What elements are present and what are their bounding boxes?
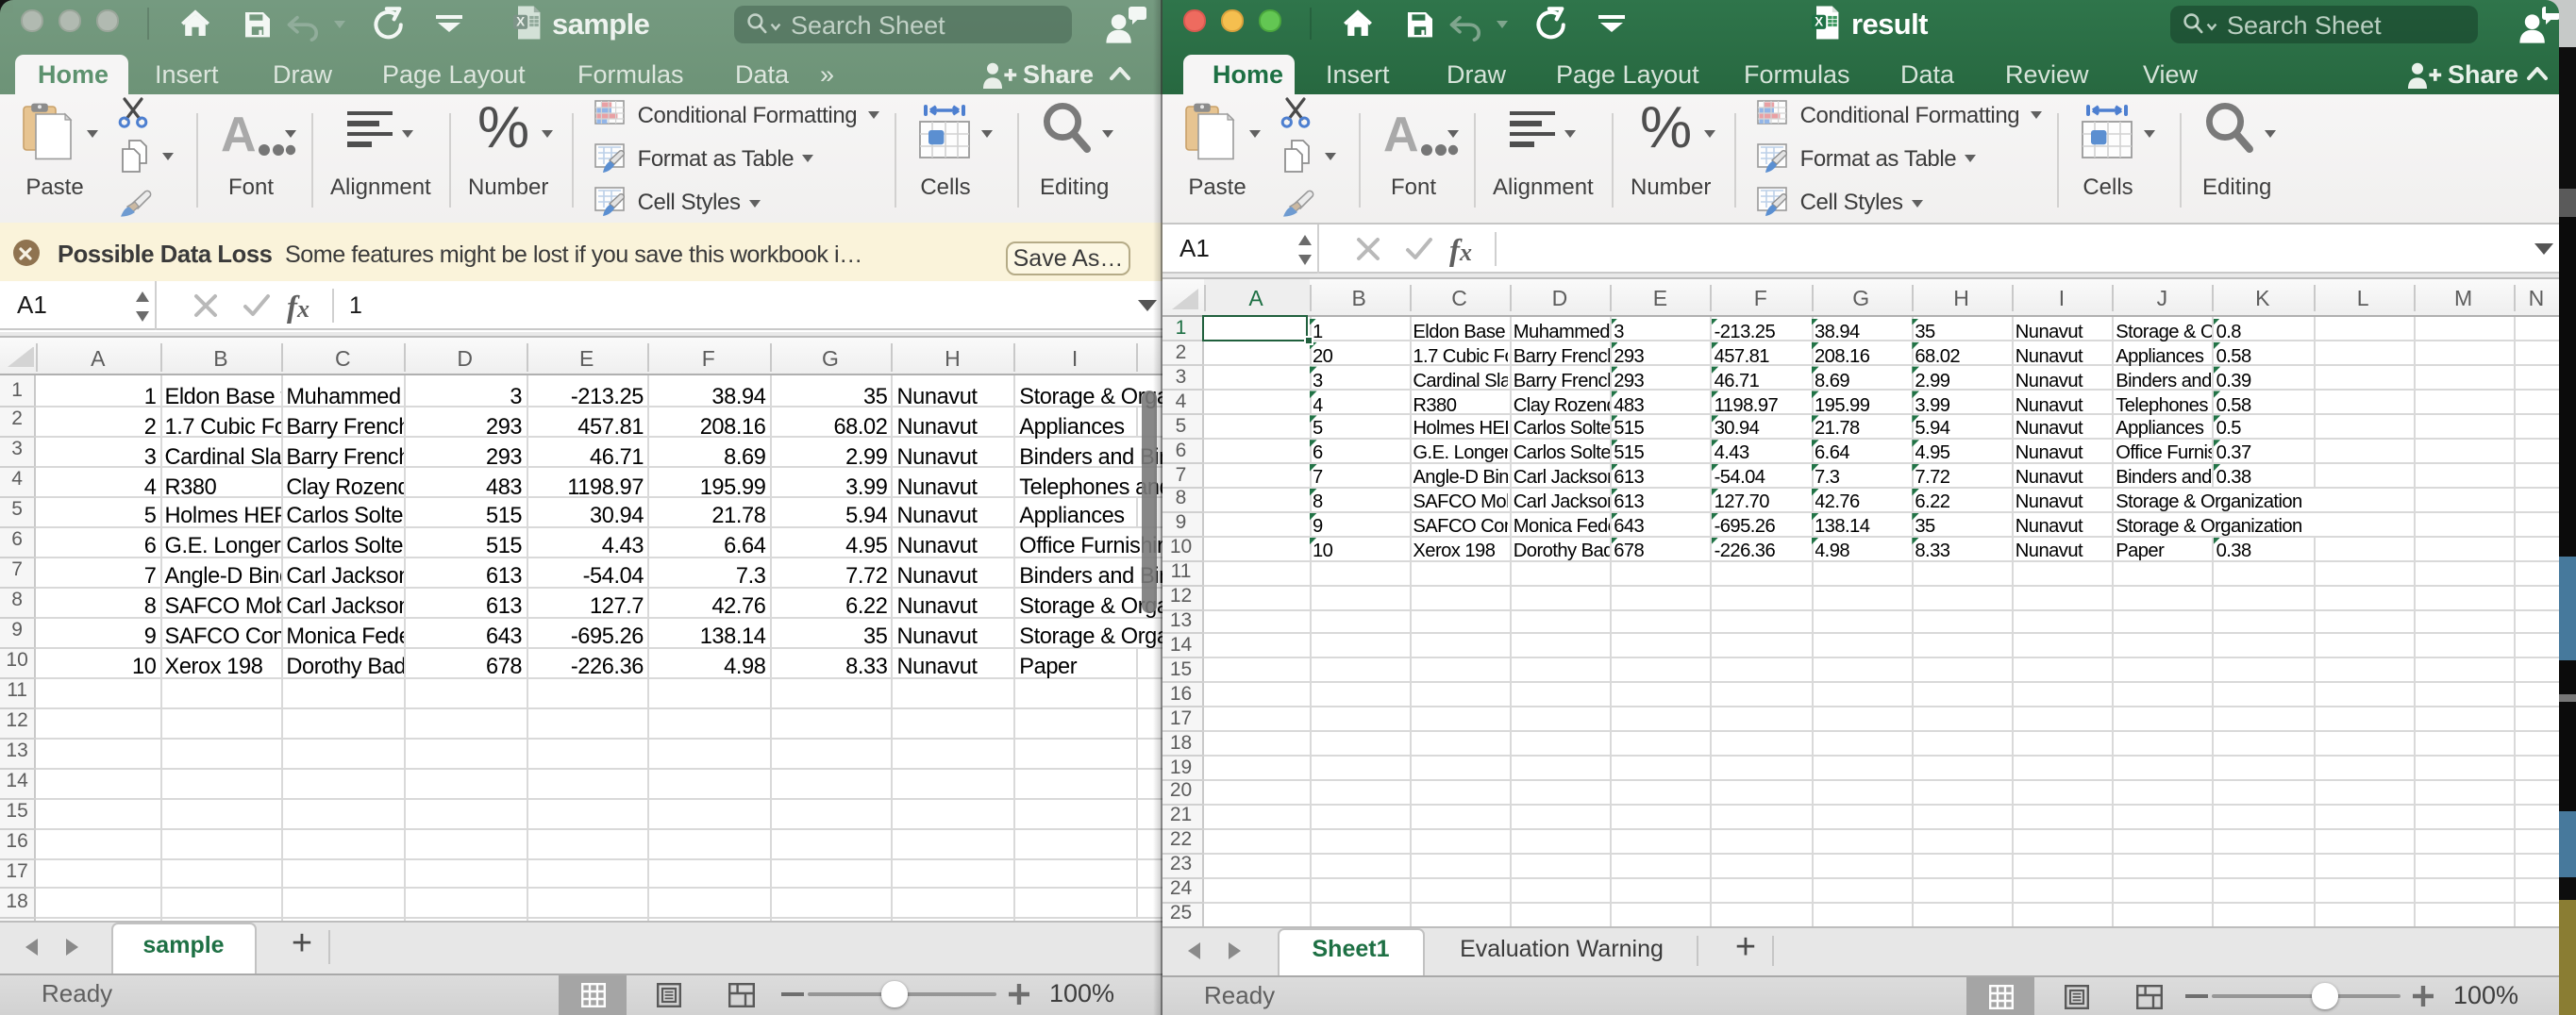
svg-text:A: A (1383, 107, 1419, 161)
svg-text:X: X (515, 15, 524, 29)
svg-text:A: A (221, 107, 257, 161)
svg-text:X: X (1814, 15, 1822, 29)
